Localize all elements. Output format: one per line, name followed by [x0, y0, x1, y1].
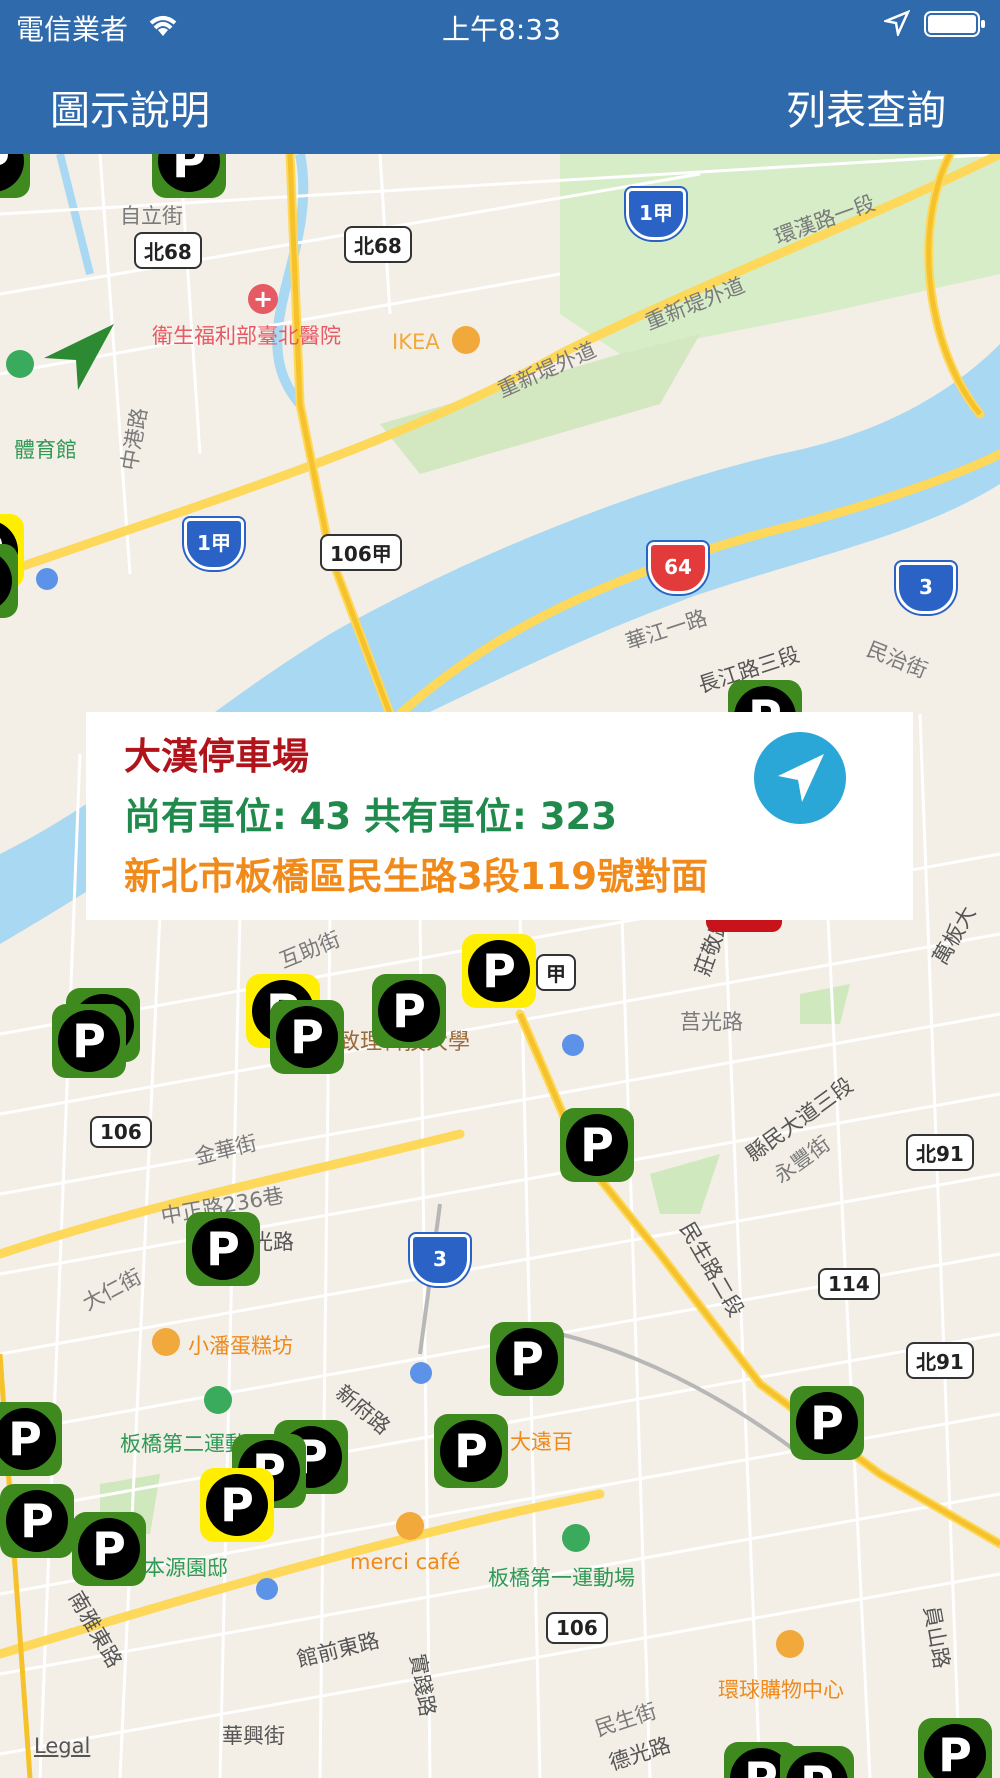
road-shield: 北68 — [134, 232, 202, 269]
parking-marker-label: P — [796, 1392, 858, 1454]
list-query-button[interactable]: 列表查詢 — [786, 78, 946, 136]
road-shield: 北91 — [906, 1342, 974, 1379]
parking-marker-label: P — [0, 154, 24, 192]
parking-marker-label: P — [158, 154, 220, 192]
bus-icon — [36, 568, 58, 590]
parking-info-popup[interactable]: 大漢停車場 尚有車位: 43 共有車位: 323 新北市板橋區民生路3段119號… — [86, 712, 913, 920]
parking-marker[interactable]: P — [560, 1108, 634, 1182]
parking-marker[interactable]: P — [186, 1212, 260, 1286]
parking-marker[interactable]: P — [152, 154, 226, 198]
parking-marker-label: P — [58, 1010, 120, 1072]
road-shield: 106 — [90, 1116, 152, 1148]
cafe-icon — [396, 1512, 424, 1540]
highway-shield: 3 — [896, 562, 956, 614]
map-label: 板橋第一運動場 — [488, 1566, 635, 1590]
parking-marker-label: P — [786, 1752, 848, 1778]
parking-marker-label: P — [276, 1006, 338, 1068]
map-label: 莒光路 — [680, 1010, 743, 1034]
parking-availability: 尚有車位: 43 共有車位: 323 — [124, 795, 617, 838]
parking-marker-label: P — [0, 550, 12, 612]
map-label: 大遠百 — [510, 1430, 573, 1454]
parking-marker-label: P — [6, 1490, 68, 1552]
wifi-icon — [146, 10, 180, 42]
parking-marker-label: P — [78, 1518, 140, 1580]
parking-marker[interactable]: P — [434, 1414, 508, 1488]
battery-icon — [924, 10, 986, 42]
parking-marker-label: P — [440, 1420, 502, 1482]
parking-marker-label: P — [206, 1474, 268, 1536]
highway-shield: 1甲 — [184, 518, 244, 570]
shopping-icon — [452, 326, 480, 354]
parking-marker[interactable]: P — [200, 1468, 274, 1542]
road-shield: 106 — [546, 1612, 608, 1644]
map-label: 本源園邸 — [144, 1556, 228, 1580]
bakery-icon — [152, 1328, 180, 1356]
mall-icon — [776, 1630, 804, 1658]
highway-shield: 64 — [648, 542, 708, 594]
parking-marker[interactable]: P — [372, 974, 446, 1048]
hospital-icon: + — [248, 284, 278, 314]
map-label: 衛生福利部臺北醫院 — [152, 324, 341, 348]
parking-marker[interactable]: P — [462, 934, 536, 1008]
map-label: 環球購物中心 — [718, 1678, 844, 1702]
bus-icon — [562, 1034, 584, 1056]
navigate-arrow-icon — [778, 754, 824, 802]
parking-marker[interactable]: P — [270, 1000, 344, 1074]
parking-marker[interactable]: P — [0, 1484, 74, 1558]
navigate-button[interactable] — [754, 732, 846, 824]
legal-link[interactable]: Legal — [34, 1734, 90, 1758]
carrier-label: 電信業者 — [16, 13, 129, 46]
road-shield: 北91 — [906, 1134, 974, 1171]
map-label: IKEA — [392, 330, 440, 354]
bus-icon — [256, 1578, 278, 1600]
map-label: merci café — [350, 1550, 461, 1574]
road-shield: 甲 — [536, 954, 576, 991]
parking-marker-label: P — [566, 1114, 628, 1176]
parking-marker-label: P — [378, 980, 440, 1042]
parking-marker[interactable]: P — [490, 1322, 564, 1396]
parking-marker-label: P — [0, 1408, 56, 1470]
stadium-icon — [6, 350, 34, 378]
parking-marker-label: P — [924, 1724, 986, 1778]
clock-label: 上午8:33 — [442, 13, 561, 46]
parking-marker[interactable]: P — [790, 1386, 864, 1460]
location-arrow-icon — [881, 9, 911, 40]
highway-shield: 3 — [410, 1234, 470, 1286]
stadium-icon — [562, 1524, 590, 1552]
stadium-icon — [204, 1386, 232, 1414]
parking-address: 新北市板橋區民生路3段119號對面 — [124, 855, 708, 898]
parking-lot-name: 大漢停車場 — [124, 735, 309, 778]
map-label: 自立街 — [120, 204, 183, 228]
road-shield: 114 — [818, 1268, 880, 1300]
parking-marker-label: P — [496, 1328, 558, 1390]
parking-marker[interactable]: P — [0, 154, 30, 198]
parking-marker[interactable]: P — [52, 1004, 126, 1078]
road-shield: 106甲 — [320, 534, 402, 571]
parking-marker[interactable]: P — [918, 1718, 992, 1778]
bus-icon — [410, 1362, 432, 1384]
status-bar: 電信業者 上午8:33 — [0, 0, 1000, 50]
highway-shield: 1甲 — [626, 188, 686, 240]
parking-marker[interactable]: P — [780, 1746, 854, 1778]
map-view[interactable]: + 自立街 衛生福利部臺北醫院 IKEA 重新堤外道 重新堤外道 環漢路一段 中… — [0, 154, 1000, 1778]
map-label: 小潘蛋糕坊 — [188, 1334, 293, 1358]
map-label: 體育館 — [14, 438, 77, 462]
road-shield: 北68 — [344, 226, 412, 263]
map-label: 華興街 — [222, 1724, 285, 1748]
parking-marker[interactable]: P — [0, 1402, 62, 1476]
parking-marker[interactable]: P — [0, 544, 18, 618]
parking-marker[interactable]: P — [72, 1512, 146, 1586]
legend-button[interactable]: 圖示說明 — [50, 78, 210, 136]
parking-marker-label: P — [192, 1218, 254, 1280]
map-label: 板橋第二運動 — [120, 1432, 246, 1456]
parking-marker-label: P — [468, 940, 530, 1002]
